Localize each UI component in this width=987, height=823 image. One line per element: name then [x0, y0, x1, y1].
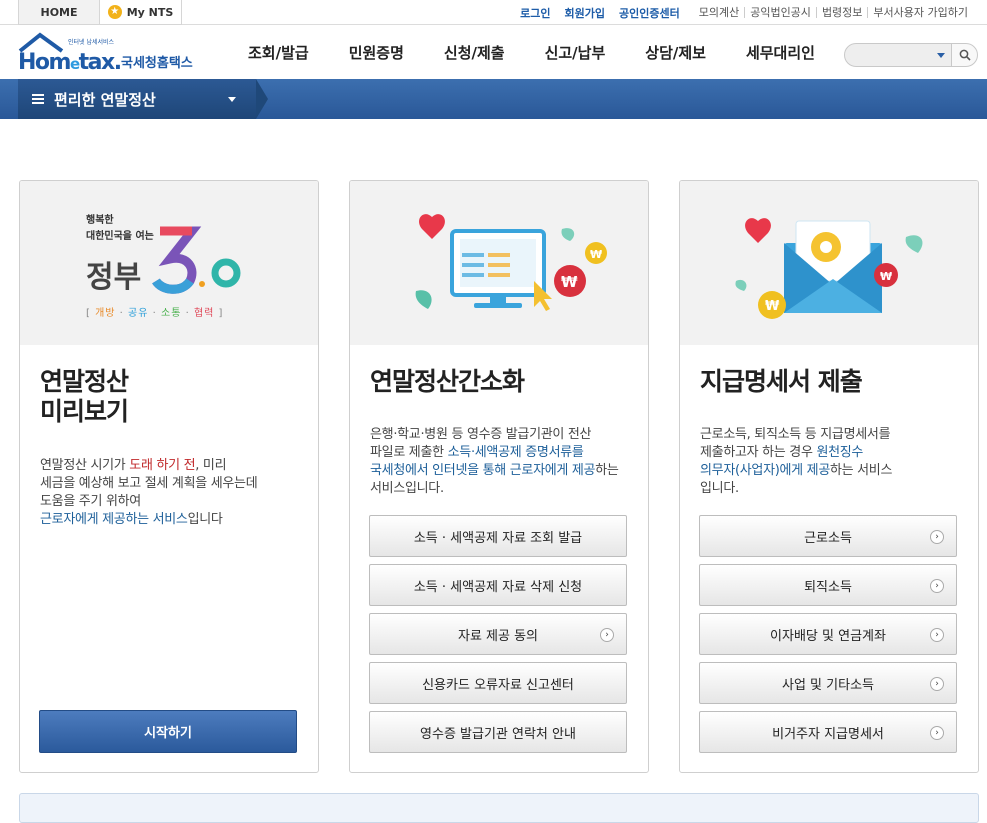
logo-kr-text: 국세청홈택스 — [121, 55, 193, 71]
hamburger-icon — [32, 92, 44, 106]
monitor-illustration-icon: ₩ ₩ — [415, 214, 607, 311]
signup-link[interactable]: 회원가입 — [565, 5, 605, 21]
cert-center-link[interactable]: 공인인증센터 — [619, 5, 680, 21]
card-title: 연말정산간소화 — [370, 367, 525, 396]
gov30-logo-icon: 행복한 대한민국을 여는 정부 [ 개방 · 공유 · 소통 · 협력 ] — [86, 213, 241, 319]
card-description: 근로소득, 퇴직소득 등 지급명세서를 제출하고자 하는 경우 원천징수 의무자… — [700, 427, 893, 496]
login-link[interactable]: 로그인 — [520, 5, 550, 21]
card-title: 지급명세서 제출 — [700, 367, 863, 396]
law-info-link[interactable]: 법령정보 — [815, 7, 867, 18]
search-button[interactable] — [951, 43, 978, 67]
home-tab[interactable]: HOME — [18, 0, 100, 25]
arrow-right-icon: › — [930, 579, 944, 593]
deduction-data-delete-button[interactable]: 소득 · 세액공제 자료 삭제 신청 — [369, 564, 627, 606]
nav-consult[interactable]: 상담/제보 — [625, 25, 726, 79]
search-icon — [959, 49, 971, 61]
top-utility-bar: HOME ★ My NTS 로그인 회원가입 공인인증센터 모의계산 공익법인공… — [0, 0, 987, 25]
nav-tax-agent[interactable]: 세무대리인 — [726, 25, 835, 79]
card-preview: 행복한 대한민국을 여는 정부 [ 개방 · 공유 · 소통 · 협력 ] 연말… — [19, 180, 319, 773]
issuer-contact-button[interactable]: 영수증 발급기관 연락처 안내 — [369, 711, 627, 753]
card-title: 연말정산 미리보기 — [40, 367, 129, 426]
svg-text:₩: ₩ — [765, 299, 780, 314]
nav-apply[interactable]: 신청/제출 — [424, 25, 525, 79]
nav-certificate[interactable]: 민원증명 — [329, 25, 424, 79]
search-box — [844, 43, 952, 67]
caret-down-icon — [228, 97, 236, 102]
svg-text:₩: ₩ — [880, 270, 892, 283]
mock-calc-link[interactable]: 모의계산 — [694, 7, 744, 18]
card-description: 연말정산 시기가 도래 하기 전, 미리 세금을 예상해 보고 절세 계획을 세… — [40, 458, 258, 527]
public-corp-link[interactable]: 공익법인공시 — [744, 7, 816, 18]
nonresident-statement-button[interactable]: 비거주자 지급명세서 › — [699, 711, 957, 753]
arrow-right-icon: › — [600, 628, 614, 642]
nav-inquiry[interactable]: 조회/발급 — [228, 25, 329, 79]
business-other-income-button[interactable]: 사업 및 기타소득 › — [699, 662, 957, 704]
card-description: 은행·학교·병원 등 영수증 발급기관이 전산 파일로 제출한 소득·세액공제 … — [370, 427, 619, 496]
interest-dividend-button[interactable]: 이자배당 및 연금계좌 › — [699, 613, 957, 655]
deduction-data-inquiry-button[interactable]: 소득 · 세액공제 자료 조회 발급 — [369, 515, 627, 557]
start-button[interactable]: 시작하기 — [39, 710, 297, 753]
arrow-right-icon: › — [930, 530, 944, 544]
arrow-right-icon: › — [930, 628, 944, 642]
menu-bar: 편리한 연말정산 — [0, 79, 987, 119]
mynts-label: My NTS — [126, 5, 174, 19]
main-header: 인터넷 납세서비스 Hometax. 국세청홈택스 조회/발급 민원증명 신청/… — [0, 25, 987, 79]
top-tabs: HOME ★ My NTS — [18, 0, 182, 25]
arrow-right-icon: › — [930, 726, 944, 740]
bottom-info-box — [19, 793, 979, 823]
envelope-illustration-icon: ₩ ₩ — [735, 218, 923, 319]
card-payment-statement: ₩ ₩ 지급명세서 제출 근로소득, 퇴직소득 등 지급명세서를 제출하고자 하… — [679, 180, 979, 773]
menu-selected-label: 편리한 연말정산 — [54, 90, 156, 109]
logo-small-text: 인터넷 납세서비스 — [68, 38, 115, 46]
data-consent-button[interactable]: 자료 제공 동의 › — [369, 613, 627, 655]
hometax-logo[interactable]: 인터넷 납세서비스 Hometax. 국세청홈택스 — [18, 31, 208, 75]
card-error-report-button[interactable]: 신용카드 오류자료 신고센터 — [369, 662, 627, 704]
retirement-income-button[interactable]: 퇴직소득 › — [699, 564, 957, 606]
gov30-image: 행복한 대한민국을 여는 정부 [ 개방 · 공유 · 소통 · 협력 ] — [20, 181, 318, 345]
card-simplified: ₩ ₩ 연말정산간소화 은행·학교·병원 등 영수증 발급기관이 전산 파일로 … — [349, 180, 649, 773]
arrow-right-icon: › — [930, 677, 944, 691]
svg-text:₩: ₩ — [590, 248, 602, 261]
search-dropdown-icon[interactable] — [937, 53, 945, 58]
svg-text:Hometax.: Hometax. — [18, 50, 121, 75]
monitor-image: ₩ ₩ — [350, 181, 648, 345]
svg-text:[ 개방 · 공유 · 소통 · 협력 ]: [ 개방 · 공유 · 소통 · 협력 ] — [86, 306, 223, 319]
nav-report-pay[interactable]: 신고/납부 — [525, 25, 626, 79]
earned-income-button[interactable]: 근로소득 › — [699, 515, 957, 557]
menu-selector[interactable]: 편리한 연말정산 — [18, 79, 268, 119]
svg-text:₩: ₩ — [561, 273, 578, 291]
svg-text:행복한: 행복한 — [86, 213, 114, 226]
top-links: 로그인 회원가입 공인인증센터 모의계산 공익법인공시 법령정보 부서사용자 가… — [506, 0, 973, 25]
dept-user-signup-link[interactable]: 부서사용자 가입하기 — [867, 7, 973, 18]
search-input[interactable] — [853, 45, 941, 67]
mynts-tab[interactable]: ★ My NTS — [100, 0, 182, 25]
svg-text:정부: 정부 — [86, 260, 141, 295]
star-icon: ★ — [107, 5, 122, 19]
main-nav: 조회/발급 민원증명 신청/제출 신고/납부 상담/제보 세무대리인 — [228, 25, 835, 79]
house-logo-icon: 인터넷 납세서비스 Hometax. 국세청홈택스 — [18, 32, 193, 75]
svg-text:대한민국을 여는: 대한민국을 여는 — [86, 229, 154, 242]
envelope-image: ₩ ₩ — [680, 181, 978, 345]
